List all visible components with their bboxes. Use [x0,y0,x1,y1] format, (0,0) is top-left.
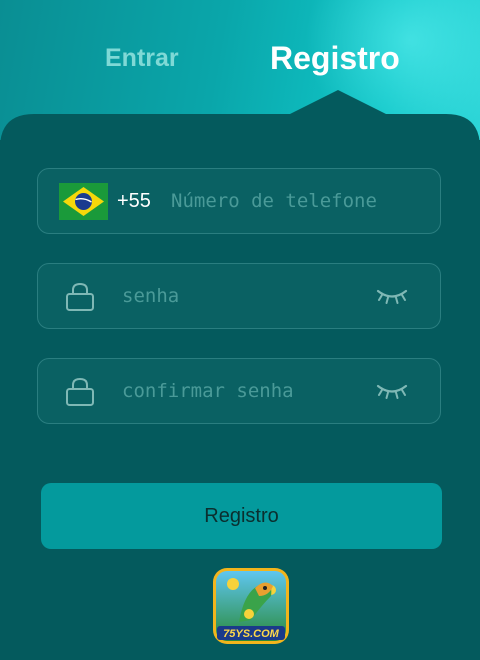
eye-closed-icon[interactable] [376,288,408,306]
phone-input[interactable] [171,186,431,216]
phone-field[interactable]: +55 [37,168,441,234]
tab-register[interactable]: Registro [270,38,400,78]
confirm-password-field[interactable] [37,358,441,424]
logo-text: 75YS.COM [223,628,279,640]
app-logo: 75YS.COM [213,568,289,644]
lock-icon [66,282,94,311]
register-button[interactable]: Registro [41,483,442,549]
lock-icon [66,377,94,406]
confirm-password-input[interactable] [122,376,362,406]
country-code[interactable]: +55 [117,190,151,213]
brazil-flag-icon [59,183,108,220]
eye-closed-icon[interactable] [376,383,408,401]
tab-login[interactable]: Entrar [105,38,179,78]
password-field[interactable] [37,263,441,329]
password-input[interactable] [122,281,362,311]
